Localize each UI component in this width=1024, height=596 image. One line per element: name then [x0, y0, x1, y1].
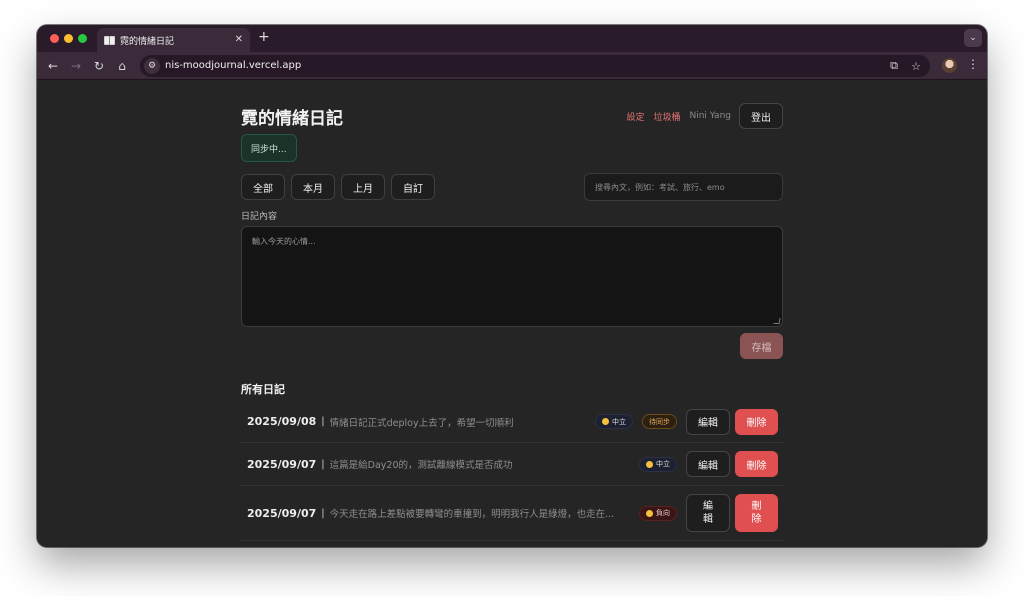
filter-custom-button[interactable]: 自訂	[391, 174, 435, 200]
mood-label: 負向	[656, 509, 670, 517]
book-icon	[104, 35, 115, 45]
browser-toolbar: ← → ↻ ⌂ ⚙ nis-moodjournal.vercel.app ⧉ ☆…	[37, 52, 987, 80]
delete-button[interactable]: 刪 除	[735, 494, 778, 532]
diary-textarea[interactable]	[241, 226, 783, 327]
forward-icon[interactable]: →	[68, 58, 84, 74]
neutral-face-icon	[646, 460, 653, 468]
trash-link[interactable]: 垃圾桶	[653, 110, 680, 123]
delete-button[interactable]: 刪除	[735, 451, 778, 477]
entry-text: 這篇是給Day20的，測試離線模式是否成功	[329, 460, 513, 471]
list-item: 2025/09/07 | 這篇是給Day20的，測試離線模式是否成功 中立 編輯…	[241, 443, 783, 486]
mood-badge: 中立	[639, 456, 677, 472]
diary-content-label: 日記內容	[241, 212, 278, 222]
entry-actions: 中立 待同步 編輯 刪除	[595, 401, 778, 442]
entry-text: 情緒日記正式deploy上去了，希望一切順利	[329, 417, 514, 429]
bookmark-star-icon[interactable]: ☆	[909, 59, 923, 73]
filter-this-month-button[interactable]: 本月	[291, 174, 335, 200]
settings-link[interactable]: 設定	[626, 110, 644, 123]
entry-list: 2025/09/08 | 情緒日記正式deploy上去了，希望一切順利 中立 待…	[241, 401, 783, 541]
entry-date: 2025/09/07	[247, 457, 317, 471]
site-info-icon[interactable]: ⚙	[144, 58, 160, 74]
resize-handle-icon[interactable]	[773, 318, 781, 324]
tab-search-icon[interactable]: ⌄	[964, 29, 982, 47]
header-actions: 設定 垃圾桶 Nini Yang 登出	[626, 103, 783, 129]
neutral-face-icon	[602, 418, 609, 425]
filter-buttons: 全部 本月 上月 自訂	[241, 174, 441, 200]
all-entries-title: 所有日記	[241, 383, 285, 396]
edit-button[interactable]: 編輯	[686, 408, 730, 435]
delete-button[interactable]: 刪除	[735, 408, 778, 435]
page-title: 霓的情緒日記	[241, 109, 343, 129]
pending-sync-badge: 待同步	[642, 414, 677, 429]
save-button[interactable]: 存檔	[740, 333, 783, 359]
close-window-button[interactable]	[50, 34, 59, 43]
entry-actions: 負向 編 輯 刪 除	[639, 486, 778, 540]
browser-tab[interactable]: 霓的情緒日記 ✕	[97, 28, 250, 52]
entry-separator: |	[321, 458, 325, 470]
url-text: nis-moodjournal.vercel.app	[165, 60, 302, 71]
list-item: 2025/09/08 | 情緒日記正式deploy上去了，希望一切順利 中立 待…	[241, 401, 783, 443]
install-app-icon[interactable]: ⧉	[887, 59, 901, 73]
entry-date: 2025/09/07	[247, 506, 317, 520]
browser-menu-icon[interactable]: ⋮	[967, 58, 979, 70]
page-content: 霓的情緒日記 設定 垃圾桶 Nini Yang 登出 同步中... 全部 本月 …	[37, 80, 987, 547]
filter-last-month-button[interactable]: 上月	[341, 174, 385, 200]
back-icon[interactable]: ←	[45, 58, 61, 74]
maximize-window-button[interactable]	[78, 34, 87, 43]
browser-window: 霓的情緒日記 ✕ + ⌄ ← → ↻ ⌂ ⚙ nis-moodjournal.v…	[37, 25, 987, 547]
user-name: Nini Yang	[689, 111, 732, 121]
mood-badge: 中立	[595, 414, 633, 429]
mood-label: 中立	[612, 417, 626, 426]
entry-actions: 中立 編輯 刪除	[639, 443, 778, 485]
logout-button[interactable]: 登出	[739, 103, 783, 129]
entry-date: 2025/09/08	[247, 415, 317, 428]
mood-label: 中立	[656, 460, 670, 468]
sad-face-icon	[646, 509, 653, 517]
minimize-window-button[interactable]	[64, 34, 73, 43]
tab-title: 霓的情緒日記	[120, 36, 175, 47]
entry-separator: |	[321, 416, 325, 427]
entry-separator: |	[321, 507, 325, 519]
list-item: 2025/09/07 | 今天走在路上差點被要轉彎的車撞到，明明我行人是綠燈，也…	[241, 486, 783, 541]
edit-button[interactable]: 編輯	[686, 451, 730, 477]
close-tab-icon[interactable]: ✕	[235, 35, 243, 45]
entry-text: 今天走在路上差點被要轉彎的車撞到，明明我行人是綠燈，也走在...	[329, 509, 615, 520]
home-icon[interactable]: ⌂	[114, 58, 130, 74]
edit-button[interactable]: 編 輯	[686, 494, 730, 532]
profile-avatar[interactable]	[942, 58, 957, 73]
address-bar[interactable]: ⚙ nis-moodjournal.vercel.app ⧉ ☆	[140, 55, 930, 77]
reload-icon[interactable]: ↻	[91, 58, 107, 74]
filter-all-button[interactable]: 全部	[241, 174, 285, 200]
search-input[interactable]	[584, 173, 783, 201]
new-tab-icon[interactable]: +	[258, 30, 270, 44]
mood-badge: 負向	[639, 505, 677, 521]
sync-status-badge: 同步中...	[241, 134, 297, 162]
tab-strip: 霓的情緒日記 ✕ + ⌄	[37, 25, 987, 52]
